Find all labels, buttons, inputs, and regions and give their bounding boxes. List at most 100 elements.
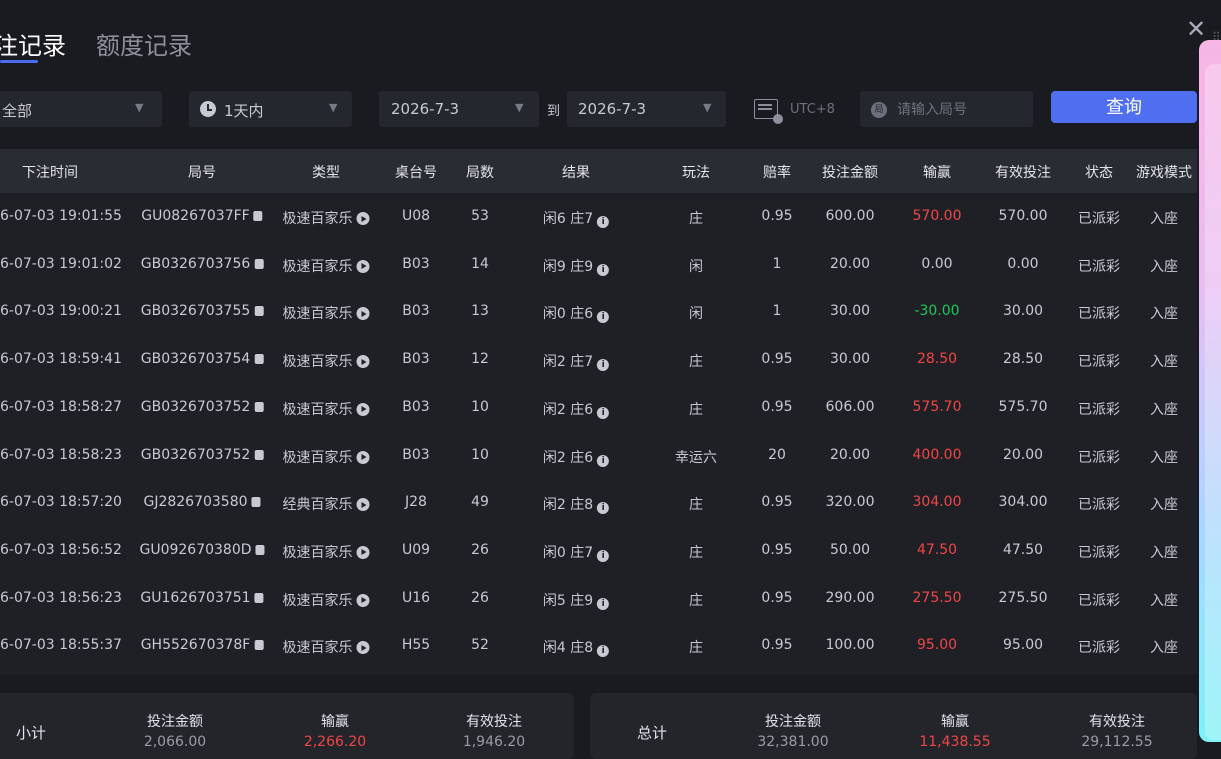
cell-bet-type-text: 庄 — [689, 211, 703, 227]
cell-round-id: GB0326703754 — [141, 351, 264, 367]
query-button[interactable]: 查询 — [1051, 91, 1197, 123]
tab-bet-record[interactable]: 注记录 — [0, 26, 66, 61]
cell-bet-time: 6-07-03 18:56:52 — [0, 542, 122, 558]
play-replay-icon[interactable] — [356, 641, 370, 655]
cell-odds-text: 0.95 — [761, 589, 793, 606]
cell-result: 闲0 庄7 i — [542, 542, 610, 562]
time-range-select[interactable]: 1天内 ▼ — [189, 91, 352, 127]
cell-status-text: 已派彩 — [1078, 640, 1120, 657]
cell-result-text: 闲6 庄7 — [542, 211, 594, 227]
cell-status: 已派彩 — [1078, 494, 1120, 514]
cell-type-text: 极速百家乐 — [282, 592, 353, 609]
info-icon[interactable]: i — [597, 597, 610, 610]
cell-status: 已派彩 — [1078, 256, 1120, 276]
cell-bet-type: 庄 — [689, 208, 703, 228]
cell-valid-bet-text: 275.50 — [998, 589, 1048, 606]
cell-round-id: GB0326703756 — [141, 256, 264, 272]
cell-winloss: 0.00 — [921, 256, 952, 272]
cell-round-id-text: GH552670378F — [140, 637, 251, 654]
copy-icon[interactable] — [255, 544, 265, 555]
copy-icon[interactable] — [254, 258, 264, 269]
copy-icon[interactable] — [254, 354, 264, 365]
play-replay-icon[interactable] — [356, 593, 370, 607]
cell-table: U08 — [402, 208, 430, 224]
copy-icon[interactable] — [254, 640, 264, 651]
cell-game-mode: 入座 — [1150, 542, 1178, 562]
info-icon[interactable]: i — [597, 502, 610, 515]
table-row: 6-07-03 18:55:37 GH552670378F 极速百家乐 H55 52 闲4… — [0, 622, 1197, 669]
col-result: 结果 — [562, 165, 590, 181]
cell-odds: 0.95 — [761, 637, 792, 653]
play-replay-icon[interactable] — [356, 450, 370, 464]
cell-amount-text: 50.00 — [829, 541, 871, 558]
round-search-input[interactable] — [895, 96, 1029, 124]
cell-result-text: 闲5 庄9 — [542, 592, 594, 609]
close-icon[interactable]: ✕ — [1186, 17, 1208, 41]
info-icon[interactable]: i — [597, 454, 610, 467]
cell-odds-text: 0.95 — [761, 541, 793, 558]
col-odds: 赔率 — [763, 165, 791, 181]
cell-result-text: 闲4 庄8 — [542, 640, 594, 657]
copy-icon[interactable] — [254, 401, 264, 412]
play-replay-icon[interactable] — [356, 545, 370, 559]
play-replay-icon[interactable] — [356, 498, 370, 512]
play-replay-icon[interactable] — [356, 355, 370, 369]
cell-winloss: 47.50 — [917, 542, 957, 558]
info-icon[interactable]: i — [597, 311, 610, 324]
copy-icon[interactable] — [251, 497, 261, 508]
play-replay-icon[interactable] — [356, 259, 370, 273]
table-row: 6-07-03 18:56:23 GU1626703751 极速百家乐 U16 26 闲5… — [0, 575, 1197, 622]
category-select[interactable]: 全部 ▼ — [0, 91, 162, 127]
copy-icon[interactable] — [254, 592, 264, 603]
cell-round-no-text: 26 — [471, 589, 489, 606]
info-icon[interactable]: i — [597, 263, 610, 276]
col-round-id: 局号 — [188, 165, 216, 181]
cell-odds: 1 — [773, 303, 782, 319]
calendar-clock-icon[interactable] — [754, 99, 783, 124]
cell-table-text: B03 — [402, 255, 430, 272]
cell-table-text: J28 — [405, 494, 427, 511]
date-from-select[interactable]: 2026-7-3 ▼ — [379, 91, 539, 127]
copy-icon[interactable] — [254, 306, 264, 317]
cell-game-mode-text: 入座 — [1150, 449, 1178, 466]
cell-table: U09 — [402, 542, 430, 558]
cell-bet-time-text: 6-07-03 18:56:52 — [0, 541, 122, 558]
cell-valid-bet-text: 47.50 — [1002, 541, 1044, 558]
cell-table: B03 — [402, 399, 429, 415]
info-icon[interactable]: i — [597, 406, 610, 419]
cell-winloss-text: 0.00 — [921, 255, 953, 272]
cell-table-text: B03 — [402, 351, 430, 368]
play-replay-icon[interactable] — [356, 307, 370, 321]
cell-winloss: 400.00 — [913, 447, 962, 463]
side-panel — [1199, 40, 1221, 742]
copy-icon[interactable] — [253, 211, 263, 221]
cell-type: 极速百家乐 — [283, 447, 370, 467]
table-row: 6-07-03 18:57:20 GJ2826703580 经典百家乐 J28 49 闲2… — [0, 479, 1197, 526]
cell-winloss: 570.00 — [913, 208, 962, 224]
cell-winloss: 304.00 — [913, 494, 962, 510]
play-replay-icon[interactable] — [356, 212, 370, 225]
cell-type: 极速百家乐 — [283, 399, 370, 419]
tab-credit-record[interactable]: 额度记录 — [96, 26, 192, 61]
play-replay-icon[interactable] — [356, 402, 370, 416]
cell-type: 极速百家乐 — [283, 637, 370, 657]
cell-type-text: 极速百家乐 — [282, 401, 353, 418]
copy-icon[interactable] — [254, 449, 264, 460]
cell-valid-bet-text: 575.70 — [998, 398, 1048, 415]
cell-result-text: 闲0 庄7 — [542, 544, 594, 561]
cell-amount: 320.00 — [826, 494, 875, 510]
info-icon[interactable]: i — [597, 549, 610, 562]
info-icon[interactable]: i — [597, 216, 610, 228]
date-to-select[interactable]: 2026-7-3 ▼ — [567, 91, 726, 127]
cell-round-no: 53 — [471, 208, 489, 224]
cell-odds-text: 1 — [772, 303, 782, 320]
info-icon[interactable]: i — [597, 359, 610, 372]
cell-bet-time-text: 6-07-03 18:57:20 — [0, 494, 122, 511]
info-icon[interactable]: i — [597, 645, 610, 658]
timezone-label: UTC+8 — [790, 102, 835, 117]
cell-winloss-text: 95.00 — [916, 637, 958, 654]
cell-table-text: U08 — [401, 208, 431, 224]
side-panel-inner — [1205, 64, 1221, 740]
cell-game-mode: 入座 — [1150, 256, 1178, 276]
drag-handle-icon[interactable]: ⠿ — [1212, 30, 1221, 44]
